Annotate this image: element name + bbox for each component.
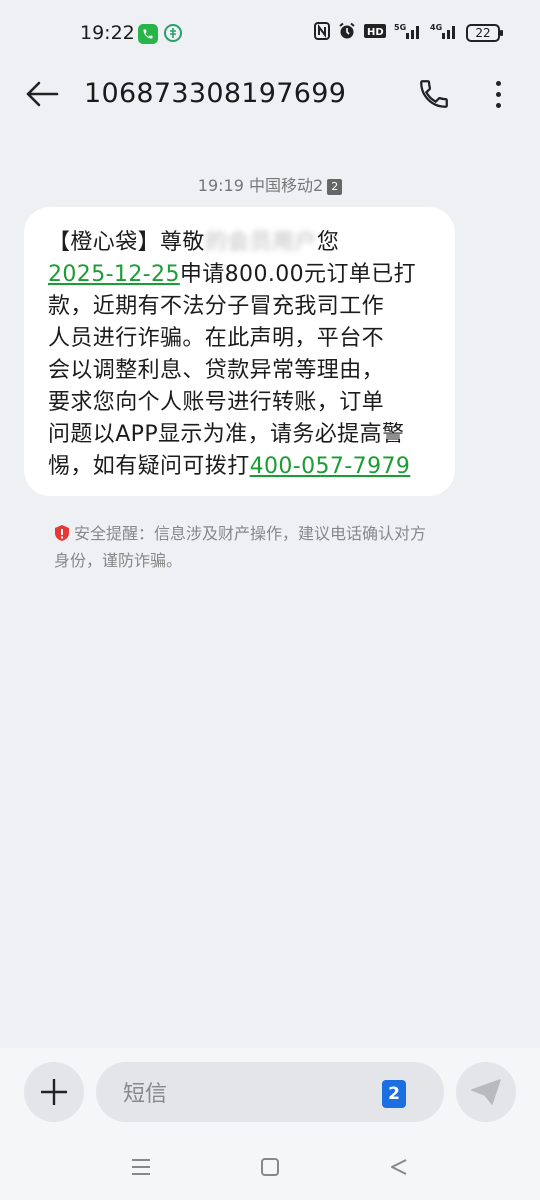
- redacted-text: 的会员用户: [204, 230, 317, 255]
- security-notice: 安全提醒：信息涉及财产操作，建议电话确认对方 身份，谨防诈骗。: [54, 520, 494, 574]
- more-options-button[interactable]: [484, 74, 512, 114]
- message-line: 要求您向个人账号进行转账，订单: [48, 387, 433, 419]
- message-link[interactable]: 400-057-7979: [250, 454, 411, 479]
- message-line: 问题以APP显示为准，请务必提高警: [48, 419, 433, 451]
- message-text: 申请800.00元订单已打: [179, 262, 417, 287]
- svg-text:4G: 4G: [430, 23, 442, 32]
- plus-icon: [41, 1079, 67, 1105]
- phone-icon: [420, 80, 448, 108]
- message-text: 人员进行诈骗。在此声明，平台不: [48, 326, 385, 351]
- back-button[interactable]: [22, 76, 62, 112]
- message-meta: 19:19 中国移动2 2: [0, 172, 540, 196]
- sender-number: 106873308197699: [84, 78, 347, 109]
- message-link[interactable]: 2025-12-25: [48, 262, 180, 287]
- svg-text:HD: HD: [367, 27, 384, 38]
- status-icons: HD 5G 4G 22: [314, 22, 503, 43]
- call-button[interactable]: [414, 74, 454, 114]
- message-line: 【橙心袋】尊敬的会员用户您: [48, 227, 433, 259]
- message-text: 款，近期有不法分子冒充我司工作: [48, 294, 385, 319]
- message-text: 会以调整利息、贷款异常等理由，: [48, 358, 385, 383]
- message-line: 人员进行诈骗。在此声明，平台不: [48, 323, 433, 355]
- svg-text:5G: 5G: [394, 23, 406, 32]
- security-text-line1: 安全提醒：信息涉及财产操作，建议电话确认对方: [74, 524, 427, 543]
- security-text-line2: 身份，谨防诈骗。: [54, 551, 183, 570]
- more-dot-icon: [495, 102, 501, 108]
- battery-level: 22: [475, 25, 491, 40]
- sim-badge: 2: [327, 179, 343, 195]
- message-text: 要求您向个人账号进行转账，订单: [48, 390, 385, 415]
- send-button[interactable]: [456, 1062, 516, 1122]
- message-line: 2025-12-25申请800.00元订单已打: [48, 259, 433, 291]
- shield-warning-icon: [54, 523, 70, 541]
- hd-icon: HD: [364, 23, 386, 42]
- conversation-toolbar: 106873308197699: [0, 68, 540, 120]
- battery-icon: 22: [466, 23, 503, 42]
- more-dot-icon: [495, 91, 501, 97]
- home-button[interactable]: [255, 1152, 285, 1182]
- message-time: 19:19: [197, 176, 244, 195]
- alarm-icon: [338, 22, 356, 43]
- home-square-icon: [261, 1158, 279, 1176]
- message-text: 问题以APP显示为准，请务必提高警: [48, 422, 405, 447]
- 5g-signal-icon: 5G: [394, 22, 422, 43]
- send-icon: [471, 1079, 501, 1105]
- message-input[interactable]: 短信 2: [96, 1062, 444, 1122]
- add-attachment-button[interactable]: [24, 1062, 84, 1122]
- message-text: 惕，如有疑问可拨打: [48, 454, 250, 479]
- menu-icon: [132, 1159, 150, 1175]
- 4g-signal-icon: 4G: [430, 22, 458, 43]
- system-nav-bar: [0, 1148, 540, 1188]
- recent-apps-button[interactable]: [126, 1152, 156, 1182]
- more-dot-icon: [495, 80, 501, 86]
- message-line: 会以调整利息、贷款异常等理由，: [48, 355, 433, 387]
- message-text: 【橙心袋】尊敬: [48, 230, 205, 255]
- back-triangle-icon: [391, 1159, 407, 1175]
- sim-select-button[interactable]: 2: [382, 1080, 406, 1108]
- security-app-notification-icon: [164, 24, 182, 42]
- phone-app-notification-icon: [138, 24, 158, 44]
- status-bar: 19:22 HD 5G 4G 22: [0, 0, 540, 68]
- status-time: 19:22: [80, 22, 135, 44]
- nfc-icon: [314, 22, 330, 43]
- message-line: 惕，如有疑问可拨打400-057-7979: [48, 451, 433, 483]
- back-arrow-icon: [26, 81, 59, 107]
- message-text: 您: [316, 230, 340, 255]
- message-bubble[interactable]: 【橙心袋】尊敬的会员用户您 2025-12-25申请800.00元订单已打 款，近期…: [24, 207, 455, 496]
- message-input-placeholder: 短信: [123, 1082, 168, 1107]
- nav-back-button[interactable]: [384, 1152, 414, 1182]
- message-carrier: 中国移动2: [249, 176, 324, 195]
- message-line: 款，近期有不法分子冒充我司工作: [48, 291, 433, 323]
